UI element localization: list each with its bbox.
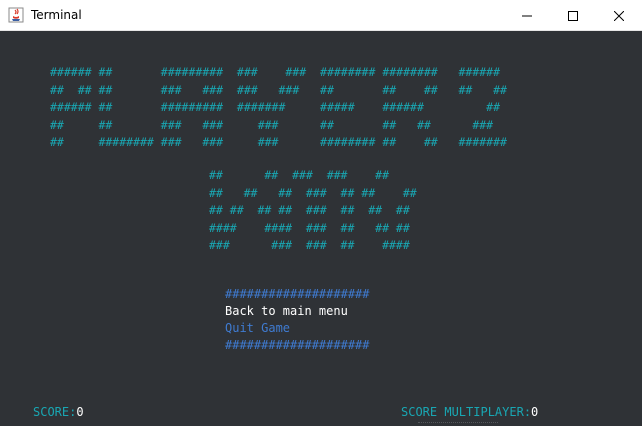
menu-item-quit-game[interactable]: Quit Game (225, 320, 290, 337)
score-value: 0 (76, 405, 84, 419)
close-button[interactable] (596, 0, 642, 31)
game-title-ascii-art: ###### ## ######### ### ### ######## ###… (50, 65, 507, 149)
minimize-icon (522, 6, 532, 25)
score-label: SCORE: (33, 405, 77, 419)
resize-grip[interactable] (418, 422, 498, 425)
window-titlebar[interactable]: Terminal (0, 0, 642, 31)
java-cup-icon (8, 7, 24, 23)
menu-border-top: #################### (225, 287, 370, 301)
game-over-ascii-art: ## ## ### ### ## ## ## ## ### ## ## ## #… (209, 168, 417, 252)
score-multiplier-readout: SCORE MULTIPLAYER:0 (401, 404, 538, 420)
window-title: Terminal (31, 8, 82, 22)
maximize-icon (568, 6, 578, 25)
menu-border-bottom: #################### (225, 338, 370, 352)
score-multiplier-label: SCORE MULTIPLAYER: (401, 405, 532, 419)
menu-item-back-to-main-menu[interactable]: Back to main menu (225, 303, 348, 320)
score-readout: SCORE:0 (33, 404, 84, 420)
score-multiplier-value: 0 (531, 405, 539, 419)
minimize-button[interactable] (504, 0, 550, 31)
close-icon (613, 6, 625, 25)
terminal-screen[interactable]: ###### ## ######### ### ### ######## ###… (0, 31, 642, 426)
maximize-button[interactable] (550, 0, 596, 31)
